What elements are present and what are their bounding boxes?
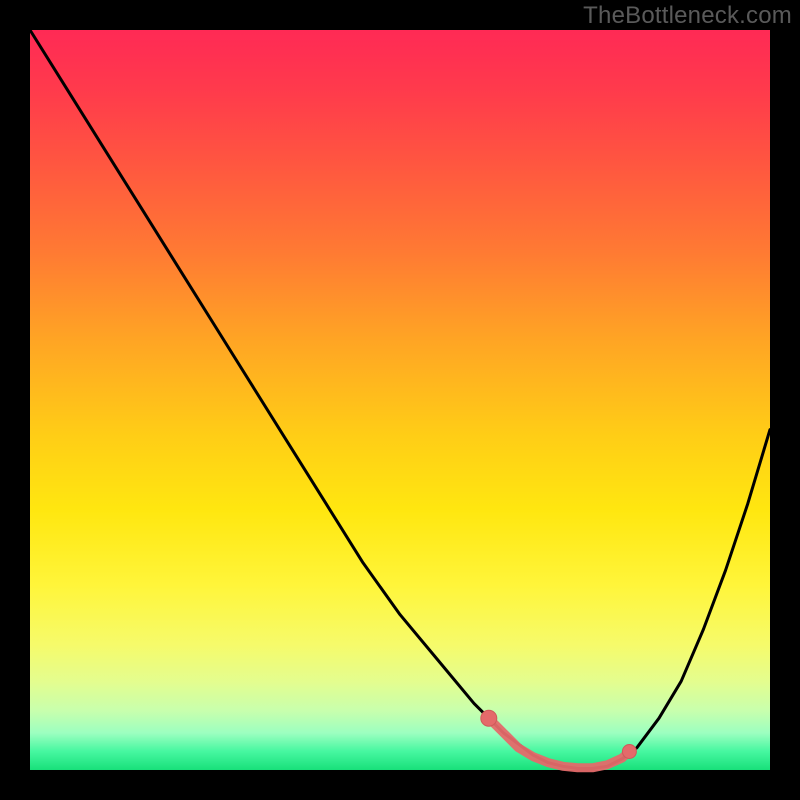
range-endpoint-marker (481, 710, 497, 726)
bottleneck-curve-path (30, 30, 770, 769)
range-endpoint-marker (622, 745, 636, 759)
bottleneck-curve (30, 30, 770, 770)
optimal-range-segment (489, 718, 630, 768)
chart-plot-area (30, 30, 770, 770)
watermark-text: TheBottleneck.com (583, 2, 792, 30)
chart-frame: TheBottleneck.com (0, 0, 800, 800)
